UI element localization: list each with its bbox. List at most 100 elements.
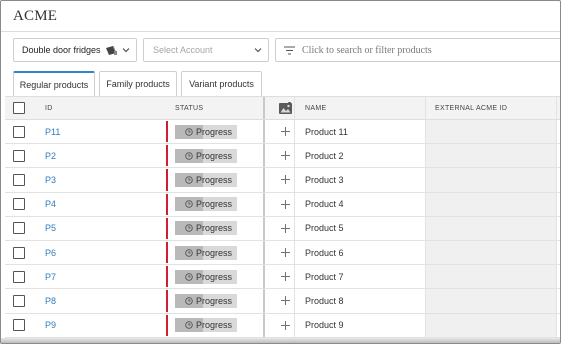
status-label: Progress (196, 247, 233, 258)
status-indicator-bar (166, 145, 168, 167)
status-badge[interactable]: Progress (175, 318, 237, 333)
column-header-name[interactable]: NAME (305, 97, 425, 119)
product-id-link[interactable]: P8 (45, 289, 155, 312)
status-badge[interactable]: Progress (175, 245, 237, 260)
table-row[interactable]: P5 Progress Product 5 (5, 216, 560, 241)
search-input[interactable]: Click to search or filter products (275, 38, 560, 62)
product-id-link[interactable]: P9 (45, 314, 155, 337)
status-cell: Progress (175, 289, 265, 312)
row-checkbox[interactable] (13, 198, 25, 211)
status-badge[interactable]: Progress (175, 148, 237, 163)
table-row[interactable]: P8 Progress Product 8 (5, 289, 560, 314)
clock-icon (185, 272, 193, 281)
product-id-link[interactable]: P5 (45, 217, 155, 240)
add-image-icon[interactable] (280, 223, 290, 233)
status-indicator-bar (166, 121, 168, 143)
status-badge[interactable]: Progress (175, 269, 237, 284)
search-placeholder: Click to search or filter products (302, 44, 432, 56)
select-all-checkbox[interactable] (13, 102, 25, 114)
status-badge[interactable]: Progress (175, 172, 237, 187)
status-cell: Progress (175, 120, 265, 143)
status-badge[interactable]: Progress (175, 293, 237, 308)
table-row[interactable]: P3 Progress Product 3 (5, 168, 560, 193)
product-id-link[interactable]: P6 (45, 241, 155, 264)
status-label: Progress (196, 320, 233, 331)
row-checkbox[interactable] (13, 149, 25, 162)
row-select-cell (13, 120, 27, 143)
status-indicator-bar (166, 266, 168, 288)
add-image-icon[interactable] (280, 127, 290, 137)
product-name: Product 6 (305, 247, 344, 258)
frozen-column-divider (263, 168, 265, 192)
table-row[interactable]: P9 Progress Product 9 (5, 313, 560, 338)
row-select-cell (13, 314, 27, 337)
row-checkbox[interactable] (13, 222, 25, 235)
filter-icon (284, 45, 295, 55)
account-select-placeholder: Select Account (153, 45, 213, 55)
external-id-value (435, 314, 555, 337)
status-badge[interactable]: Progress (175, 197, 237, 212)
row-checkbox[interactable] (13, 125, 25, 138)
app-title: ACME (13, 8, 58, 24)
product-id-link[interactable]: P11 (45, 120, 155, 143)
add-image-icon[interactable] (280, 199, 290, 209)
clock-icon (185, 224, 193, 233)
status-badge[interactable]: Progress (175, 124, 237, 139)
status-badge[interactable]: Progress (175, 221, 237, 236)
row-checkbox[interactable] (13, 294, 25, 307)
clock-icon (185, 248, 193, 257)
app-window: ACME Double door fridges Select Account … (0, 0, 561, 344)
table-row[interactable]: P2 Progress Product 2 (5, 144, 560, 169)
product-name: Product 2 (305, 150, 344, 161)
fridge-icon (104, 45, 118, 56)
row-select-cell (13, 241, 27, 264)
row-checkbox[interactable] (13, 246, 25, 259)
products-table: ID STATUS NAME EXTERNAL ACME ID P11 Prog… (5, 96, 560, 338)
column-divider (294, 192, 295, 216)
table-row[interactable]: P7 Progress Product 7 (5, 265, 560, 290)
add-image-icon[interactable] (280, 248, 290, 258)
product-id-link[interactable]: P2 (45, 144, 155, 167)
table-row[interactable]: P11 Progress Product 11 (5, 120, 560, 145)
frozen-column-divider (263, 265, 265, 289)
status-cell: Progress (175, 193, 265, 216)
product-name: Product 7 (305, 271, 344, 282)
catalog-select[interactable]: Double door fridges (13, 38, 137, 62)
status-label: Progress (196, 271, 233, 282)
column-divider (294, 240, 295, 265)
column-header-status[interactable]: STATUS (175, 97, 265, 119)
row-select-cell (13, 168, 27, 191)
table-row[interactable]: P6 Progress Product 6 (5, 240, 560, 266)
status-indicator-bar (166, 169, 168, 191)
table-row[interactable]: P4 Progress Product 4 (5, 192, 560, 217)
status-label: Progress (196, 150, 233, 161)
row-checkbox[interactable] (13, 319, 25, 332)
row-checkbox[interactable] (13, 270, 25, 283)
product-id-link[interactable]: P7 (45, 265, 155, 288)
account-select[interactable]: Select Account (143, 38, 269, 62)
external-id-value (435, 265, 555, 288)
add-image-icon[interactable] (280, 296, 290, 306)
external-id-value (435, 144, 555, 167)
external-id-value (435, 241, 555, 264)
product-id-link[interactable]: P3 (45, 168, 155, 191)
tab-family-products[interactable]: Family products (99, 71, 177, 96)
status-cell: Progress (175, 265, 265, 288)
status-cell: Progress (175, 144, 265, 167)
add-image-icon[interactable] (280, 272, 290, 282)
column-header-id[interactable]: ID (45, 97, 155, 119)
tab-variant-products[interactable]: Variant products (181, 71, 262, 96)
row-checkbox[interactable] (13, 173, 25, 186)
add-image-icon[interactable] (280, 320, 290, 330)
product-name: Product 4 (305, 199, 344, 210)
status-label: Progress (196, 295, 233, 306)
clock-icon (185, 200, 193, 208)
add-image-icon[interactable] (280, 175, 290, 185)
status-indicator-bar (166, 314, 168, 336)
product-id-link[interactable]: P4 (45, 193, 155, 216)
row-select-cell (13, 265, 27, 288)
column-header-external-id[interactable]: EXTERNAL ACME ID (435, 97, 555, 119)
add-image-icon[interactable] (280, 151, 290, 161)
tab-regular-products[interactable]: Regular products (13, 71, 95, 96)
frozen-column-divider (263, 97, 265, 119)
